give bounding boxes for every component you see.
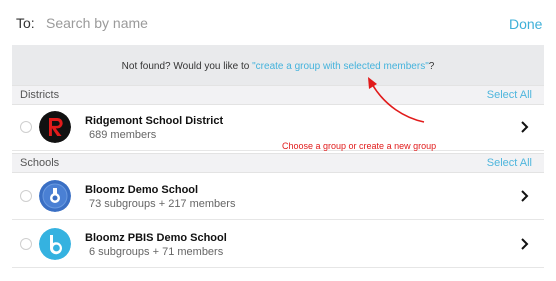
red-r-logo-avatar [39,111,71,143]
chevron-right-icon[interactable] [518,119,532,135]
not-found-suffix: ? [428,61,435,72]
school-row-bloomz-demo[interactable]: Bloomz Demo School 73 subgroups + 217 me… [12,174,544,220]
chevron-right-icon[interactable] [518,236,532,252]
schools-select-all-button[interactable]: Select All [487,157,532,169]
schools-section-header: Schools Select All [12,153,544,173]
school-row-bloomz-pbis[interactable]: Bloomz PBIS Demo School 6 subgroups + 71… [12,222,544,268]
member-count: 689 members [89,129,157,141]
to-label: To: [16,15,35,31]
select-radio[interactable] [20,190,32,202]
recipient-bar: To: Done [0,0,556,46]
select-radio[interactable] [20,121,32,133]
school-name: Bloomz PBIS Demo School [85,232,227,244]
done-button[interactable]: Done [509,16,542,32]
create-group-link[interactable]: "create a group with selected members" [252,61,429,72]
annotation-arrow-icon [368,77,425,123]
bloomz-medal-logo-avatar [39,180,71,212]
bloomz-b-logo-avatar [39,228,71,260]
school-name: Bloomz Demo School [85,184,199,196]
subgroup-member-count: 6 subgroups + 71 members [89,246,224,258]
subgroup-member-count: 73 subgroups + 217 members [89,198,236,210]
not-found-text: Not found? Would you like to [121,61,253,72]
district-row-ridgemont[interactable]: Ridgemont School District 689 members [12,105,544,151]
section-title-districts: Districts [20,89,60,101]
district-name: Ridgemont School District [85,115,224,127]
chevron-right-icon[interactable] [518,188,532,204]
search-input[interactable] [46,10,426,36]
not-found-banner: Not found? Would you like to "create a g… [12,45,544,85]
annotation-text: Choose a group or create a new group [282,141,437,151]
select-radio[interactable] [20,238,32,250]
districts-section-header: Districts Select All [12,85,544,105]
section-title-schools: Schools [20,157,60,169]
districts-select-all-button[interactable]: Select All [487,89,532,101]
